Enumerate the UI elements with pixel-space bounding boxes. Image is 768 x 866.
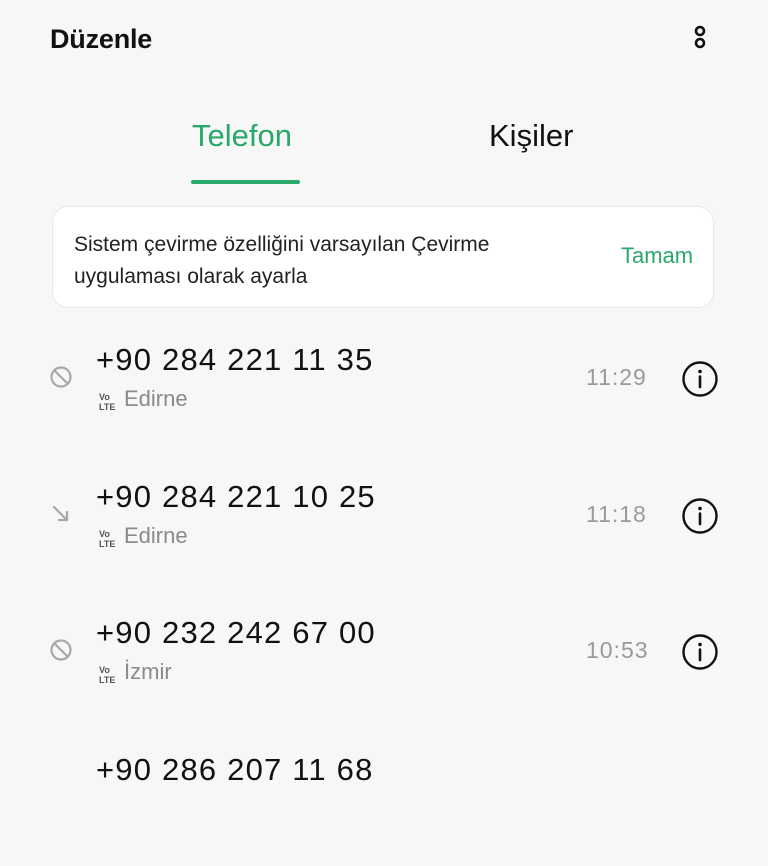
- phone-number: +90 232 242 67 00: [96, 615, 376, 650]
- call-location: Edirne: [124, 386, 188, 411]
- volte-badge-icon: Vo LTE: [99, 391, 121, 413]
- phone-number: +90 284 221 10 25: [96, 479, 376, 514]
- banner-message: Sistem çevirme özelliğini varsayılan Çev…: [74, 233, 490, 288]
- call-time: 11:29: [586, 364, 647, 390]
- tab-phone[interactable]: Telefon: [192, 118, 292, 154]
- top-bar: Düzenle: [0, 0, 768, 84]
- edit-button[interactable]: Düzenle: [50, 24, 152, 55]
- call-time: 11:18: [586, 501, 647, 527]
- more-options-button[interactable]: [682, 22, 718, 62]
- call-location: İzmir: [124, 659, 172, 684]
- call-log-row[interactable]: +90 284 221 10 25 Vo LTE Edirne 11:18: [0, 457, 768, 593]
- tab-contacts[interactable]: Kişiler: [489, 118, 573, 154]
- info-icon[interactable]: [681, 497, 719, 535]
- info-icon[interactable]: [681, 360, 719, 398]
- call-time: 10:53: [586, 637, 649, 663]
- active-tab-indicator: [191, 180, 300, 184]
- incoming-call-icon: [52, 505, 69, 522]
- volte-badge-icon: Vo LTE: [99, 528, 121, 550]
- call-location: Edirne: [124, 523, 188, 548]
- volte-badge-top: Vo: [99, 392, 110, 402]
- tab-bar: Telefon Kişiler: [0, 100, 768, 190]
- blocked-icon: [50, 639, 72, 661]
- volte-badge-bottom: LTE: [99, 402, 116, 412]
- more-vertical-icon: [694, 25, 706, 49]
- volte-badge-top: Vo: [99, 529, 110, 539]
- blocked-icon: [50, 366, 72, 388]
- phone-number: +90 284 221 11 35: [96, 342, 374, 377]
- default-dialer-banner: Sistem çevirme özelliğini varsayılan Çev…: [52, 206, 714, 308]
- call-log-row[interactable]: +90 232 242 67 00 Vo LTE İzmir 10:53: [0, 593, 768, 729]
- volte-badge-bottom: LTE: [99, 539, 116, 549]
- call-log-list: +90 284 221 11 35 Vo LTE Edirne 11:29 +9…: [0, 320, 768, 787]
- volte-badge-bottom: LTE: [99, 675, 116, 685]
- call-log-row[interactable]: +90 286 207 11 68: [0, 730, 768, 866]
- phone-number: +90 286 207 11 68: [96, 752, 374, 787]
- call-log-row[interactable]: +90 284 221 11 35 Vo LTE Edirne 11:29: [0, 320, 768, 456]
- banner-ok-button[interactable]: Tamam: [621, 243, 693, 269]
- volte-badge-top: Vo: [99, 665, 110, 675]
- volte-badge-icon: Vo LTE: [99, 664, 121, 686]
- info-icon[interactable]: [681, 633, 719, 671]
